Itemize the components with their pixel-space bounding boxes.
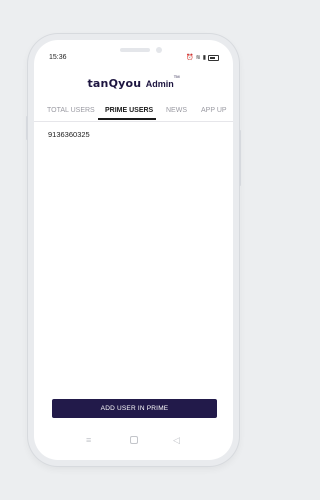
phone-frame: 15:36 ⏰ ≋ ▮ tanQyou AdminTM TOTAL USERS … — [26, 34, 241, 466]
system-nav-bar: ≡ ◁ — [34, 432, 233, 450]
prime-user-phone[interactable]: 9136360325 — [48, 130, 90, 139]
add-user-in-prime-button[interactable]: ADD USER IN PRIME — [52, 399, 217, 418]
back-icon[interactable]: ◁ — [173, 436, 180, 445]
power-button — [239, 130, 241, 186]
home-icon[interactable] — [130, 436, 138, 444]
brand-name: tanQyou — [87, 77, 142, 90]
status-time: 15:36 — [49, 54, 67, 61]
status-icons: ⏰ ≋ ▮ — [186, 54, 219, 61]
battery-icon — [208, 54, 219, 61]
admin-label: Admin — [145, 79, 174, 89]
trademark: TM — [173, 74, 180, 79]
volume-button — [26, 116, 28, 140]
tab-prime-users[interactable]: PRIME USERS — [105, 107, 153, 114]
wifi-icon: ≋ — [195, 55, 201, 61]
alarm-icon: ⏰ — [186, 55, 194, 61]
menu-icon[interactable]: ≡ — [86, 436, 91, 445]
signal-icon: ▮ — [202, 55, 206, 61]
tab-bar: TOTAL USERS PRIME USERS NEWS APP UP — [34, 99, 233, 122]
speaker-grille — [120, 48, 150, 52]
app-logo: tanQyou AdminTM — [34, 74, 233, 92]
tab-news[interactable]: NEWS — [166, 107, 187, 114]
active-tab-indicator — [98, 118, 156, 120]
tab-total-users[interactable]: TOTAL USERS — [47, 107, 95, 114]
tab-app-updates[interactable]: APP UP — [201, 107, 227, 114]
screen: 15:36 ⏰ ≋ ▮ tanQyou AdminTM TOTAL USERS … — [34, 40, 233, 460]
front-camera — [156, 47, 162, 53]
